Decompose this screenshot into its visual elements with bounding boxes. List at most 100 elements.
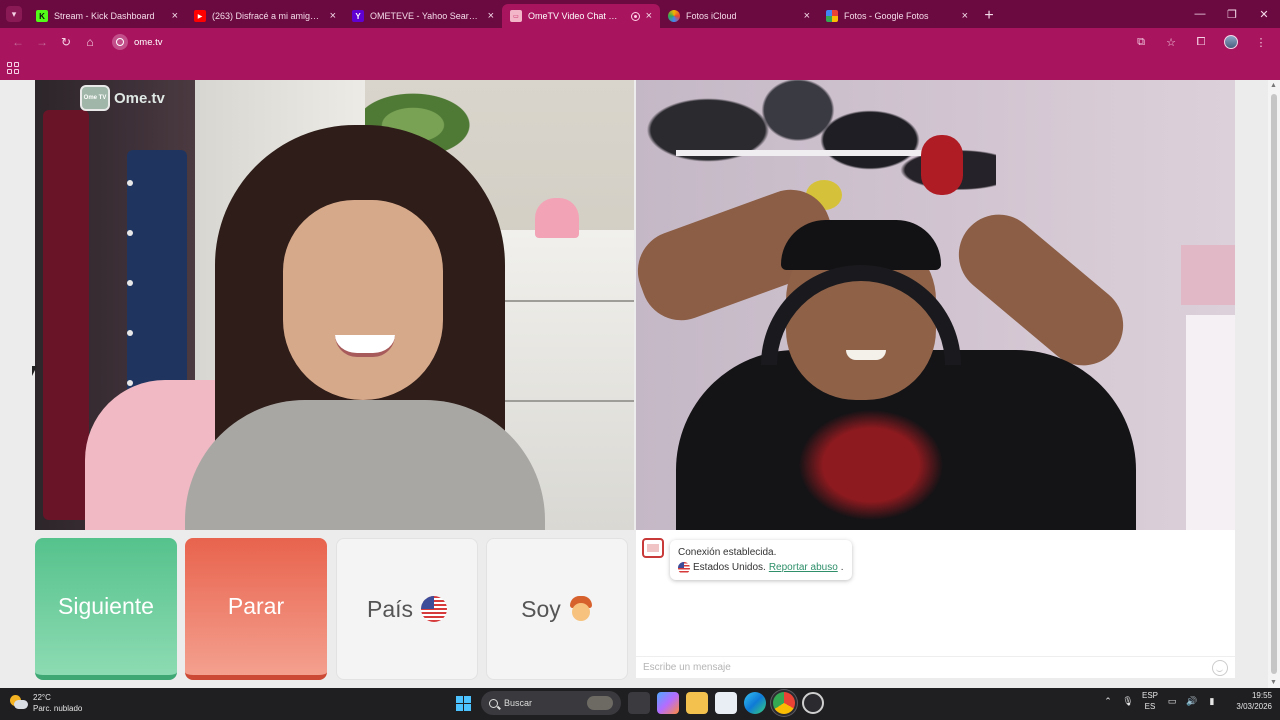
tab-google-photos[interactable]: Fotos - Google Fotos ×	[818, 4, 976, 28]
scrollbar-thumb[interactable]	[1271, 94, 1277, 674]
message-input[interactable]	[643, 662, 1212, 673]
tab-ometv[interactable]: ▭ OmeTV Video Chat — Ome ×	[502, 4, 660, 28]
logo-text: Ome.tv	[114, 89, 165, 107]
close-tab-icon[interactable]: ×	[804, 10, 810, 22]
chevron-up-icon[interactable]: ⌃	[1102, 695, 1114, 707]
us-flag-icon	[678, 561, 690, 574]
taskbar-search[interactable]: Buscar	[481, 691, 621, 715]
next-button[interactable]: Siguiente	[35, 538, 177, 680]
tab-title: Fotos iCloud	[686, 11, 737, 21]
ometv-logo: Ome TV Ome.tv	[80, 85, 165, 111]
network-icon[interactable]: ▭	[1166, 695, 1178, 707]
tab-title: Stream - Kick Dashboard	[54, 11, 155, 21]
tab-youtube[interactable]: ▶ (263) Disfracé a mi amigo de M ×	[186, 4, 344, 28]
gender-select-button[interactable]: Soy	[486, 538, 628, 680]
bookmarks-bar	[0, 56, 1280, 80]
volume-icon[interactable]: 🔊	[1186, 695, 1198, 707]
google-photos-icon	[826, 10, 838, 22]
edge-icon[interactable]	[744, 692, 766, 714]
message-bubble: Conexión establecida. Estados Unidos. Re…	[670, 540, 852, 580]
cast-icon[interactable]: ⧉	[1128, 30, 1154, 54]
windows-icon	[455, 695, 471, 711]
report-abuse-link[interactable]: Reportar abuso	[769, 560, 838, 575]
search-placeholder: Buscar	[504, 698, 533, 708]
profile-button[interactable]	[1218, 30, 1244, 54]
restore-icon[interactable]: ❐	[1216, 0, 1248, 28]
boy-emoji-icon	[569, 596, 593, 622]
microsoft-store-icon[interactable]	[715, 692, 737, 714]
tv-avatar-icon	[642, 538, 664, 558]
tab-yahoo-search[interactable]: Y OMETEVE - Yahoo Search Tus r ×	[344, 4, 502, 28]
menu-icon[interactable]: ⋮	[1248, 30, 1274, 54]
task-view-icon[interactable]	[628, 692, 650, 714]
search-highlight-icon	[587, 696, 613, 710]
language-indicator[interactable]: ESP ES	[1142, 690, 1158, 712]
window-controls: — ❐ ✕	[1184, 0, 1280, 28]
chevron-down-icon: ▾	[6, 6, 22, 22]
back-icon[interactable]: ←	[6, 30, 30, 54]
scroll-up-icon[interactable]: ▲	[1270, 82, 1277, 89]
close-tab-icon[interactable]: ×	[172, 10, 178, 22]
file-explorer-icon[interactable]	[686, 692, 708, 714]
clock[interactable]: 19:55 3/03/2026	[1226, 690, 1272, 712]
ometv-icon: ▭	[510, 10, 522, 22]
close-window-icon[interactable]: ✕	[1248, 0, 1280, 28]
close-tab-icon[interactable]: ×	[646, 10, 652, 22]
icloud-icon	[668, 10, 680, 22]
close-tab-icon[interactable]: ×	[488, 10, 494, 22]
tab-title: OMETEVE - Yahoo Search Tus r	[370, 11, 482, 21]
browser-toolbar: ← → ↻ ⌂ ome.tv ⧉ ☆ ⧠ ⋮	[0, 28, 1280, 56]
tab-icloud-photos[interactable]: Fotos iCloud ×	[660, 4, 818, 28]
mouse-cursor-icon	[32, 366, 37, 376]
self-video	[636, 80, 1235, 530]
partly-cloudy-icon	[10, 695, 28, 711]
close-tab-icon[interactable]: ×	[330, 10, 336, 22]
scroll-down-icon[interactable]: ▼	[1270, 679, 1277, 686]
page-scrollbar[interactable]: ▲ ▼	[1268, 80, 1280, 688]
reload-icon[interactable]: ↻	[54, 30, 78, 54]
apps-grid-icon[interactable]	[7, 62, 19, 74]
home-icon[interactable]: ⌂	[78, 30, 102, 54]
chat-panel: Conexión establecida. Estados Unidos. Re…	[636, 530, 1235, 678]
tab-title: Fotos - Google Fotos	[844, 11, 929, 21]
bookmark-star-icon[interactable]: ☆	[1158, 30, 1184, 54]
date: 3/03/2026	[1236, 702, 1272, 711]
forward-icon[interactable]: →	[30, 30, 54, 54]
kick-icon: K	[36, 10, 48, 22]
stop-button[interactable]: Parar	[185, 538, 327, 680]
tab-title: (263) Disfracé a mi amigo de M	[212, 11, 324, 21]
browser-tab-strip: ▾ K Stream - Kick Dashboard × ▶ (263) Di…	[0, 0, 1280, 28]
emoji-icon[interactable]	[1212, 659, 1228, 676]
new-tab-button[interactable]: +	[976, 4, 1002, 28]
partner-country-text: Estados Unidos.	[693, 562, 766, 573]
tab-title: OmeTV Video Chat — Ome	[528, 11, 625, 21]
toolbar-actions: ⧉ ☆ ⧠ ⋮	[1128, 30, 1274, 54]
start-button[interactable]	[452, 692, 474, 714]
url-text: ome.tv	[134, 36, 163, 48]
weather-widget[interactable]: 22°C Parc. nublado	[10, 692, 82, 714]
connection-status-text: Conexión establecida.	[678, 547, 777, 558]
obs-icon[interactable]	[802, 692, 824, 714]
partner-video: Ome TV Ome.tv	[35, 80, 634, 530]
battery-icon[interactable]: ▮	[1206, 695, 1218, 707]
tv-logo-icon: Ome TV	[80, 85, 110, 111]
youtube-icon: ▶	[194, 10, 206, 22]
yahoo-icon: Y	[352, 10, 364, 22]
site-info-icon[interactable]	[112, 34, 128, 50]
temperature: 22°C	[33, 693, 51, 702]
search-icon	[489, 698, 498, 708]
country-filter-button[interactable]: País	[336, 538, 478, 680]
avatar	[1224, 35, 1238, 49]
us-flag-icon	[421, 596, 448, 622]
chrome-icon[interactable]	[773, 692, 795, 714]
minimize-icon[interactable]: —	[1184, 0, 1216, 28]
close-tab-icon[interactable]: ×	[962, 10, 968, 22]
tab-kick-dashboard[interactable]: K Stream - Kick Dashboard ×	[28, 4, 186, 28]
chat-input-bar	[636, 656, 1235, 678]
ometv-page: Ome TV Ome.tv Siguiente Parar País Soy C…	[0, 80, 1280, 688]
microphone-icon[interactable]: 🎙	[1122, 695, 1134, 707]
extensions-icon[interactable]: ⧠	[1188, 30, 1214, 54]
address-bar[interactable]: ome.tv	[106, 31, 169, 53]
copilot-icon[interactable]	[657, 692, 679, 714]
tab-search-button[interactable]: ▾	[0, 0, 28, 28]
